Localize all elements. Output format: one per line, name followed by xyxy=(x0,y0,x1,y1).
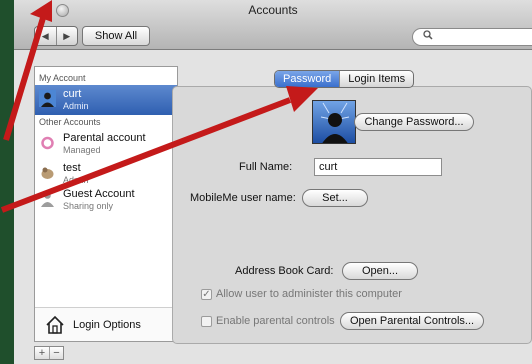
sidebar-item-label: Parental account xyxy=(63,132,146,144)
sidebar-item-role: Managed xyxy=(63,145,101,155)
login-options-button[interactable]: Login Options xyxy=(35,307,177,341)
user-picture[interactable] xyxy=(312,100,356,144)
mobileme-label: MobileMe user name: xyxy=(190,192,296,204)
pet-avatar-icon xyxy=(41,167,54,179)
add-account-button[interactable]: + xyxy=(35,347,49,359)
user-avatar-icon xyxy=(39,90,56,107)
login-options-label: Login Options xyxy=(73,319,141,331)
search-field[interactable] xyxy=(412,28,532,46)
allow-admin-checkbox[interactable]: ✓ xyxy=(201,289,212,300)
sidebar-item-label: test xyxy=(63,162,81,174)
back-forward-control: ◀ ▶ xyxy=(34,26,78,46)
parental-controls-checkbox[interactable] xyxy=(201,316,212,327)
user-silhouette-icon xyxy=(320,102,350,143)
full-name-label: Full Name: xyxy=(239,161,293,173)
tab-login-items[interactable]: Login Items xyxy=(339,71,413,87)
search-icon xyxy=(423,30,433,43)
sidebar-item-parental-account[interactable]: Parental account Managed xyxy=(35,129,177,159)
other-accounts-header: Other Accounts xyxy=(39,117,101,127)
open-parental-controls-button[interactable]: Open Parental Controls... xyxy=(340,312,484,330)
ring-avatar-icon xyxy=(41,136,54,150)
back-arrow-icon[interactable]: ◀ xyxy=(35,27,56,45)
sidebar-item-role: Sharing only xyxy=(63,201,114,211)
accounts-window: Accounts ◀ ▶ Show All My Account curt Ad… xyxy=(14,0,532,364)
tab-password[interactable]: Password xyxy=(275,71,340,87)
title-bar: Accounts ◀ ▶ Show All xyxy=(14,0,532,50)
tab-bar: Password Login Items xyxy=(274,70,415,88)
sidebar-item-label: Guest Account xyxy=(63,188,135,200)
sidebar-item-curt[interactable]: curt Admin xyxy=(35,85,177,115)
accounts-sidebar: My Account curt Admin Other Accounts Par… xyxy=(34,66,178,342)
house-icon xyxy=(46,315,64,334)
guest-user-icon xyxy=(41,192,54,207)
sidebar-item-guest-account[interactable]: Guest Account Sharing only xyxy=(35,185,177,215)
set-mobileme-button[interactable]: Set... xyxy=(302,189,368,207)
my-account-header: My Account xyxy=(39,73,86,83)
window-title: Accounts xyxy=(248,3,298,17)
parental-controls-label: Enable parental controls xyxy=(216,315,335,327)
show-all-button[interactable]: Show All xyxy=(82,26,150,46)
allow-admin-label: Allow user to administer this computer xyxy=(216,288,402,300)
change-password-button[interactable]: Change Password... xyxy=(354,113,474,131)
full-name-field[interactable]: curt xyxy=(314,158,442,176)
open-address-book-button[interactable]: Open... xyxy=(342,262,418,280)
sidebar-item-label: curt xyxy=(63,88,82,100)
add-remove-control: + − xyxy=(34,346,64,360)
address-book-label: Address Book Card: xyxy=(235,265,334,277)
remove-account-button[interactable]: − xyxy=(49,347,63,359)
sidebar-item-role: Admin xyxy=(63,101,89,111)
forward-arrow-icon[interactable]: ▶ xyxy=(55,27,78,45)
sidebar-item-role: Admin xyxy=(63,175,89,185)
